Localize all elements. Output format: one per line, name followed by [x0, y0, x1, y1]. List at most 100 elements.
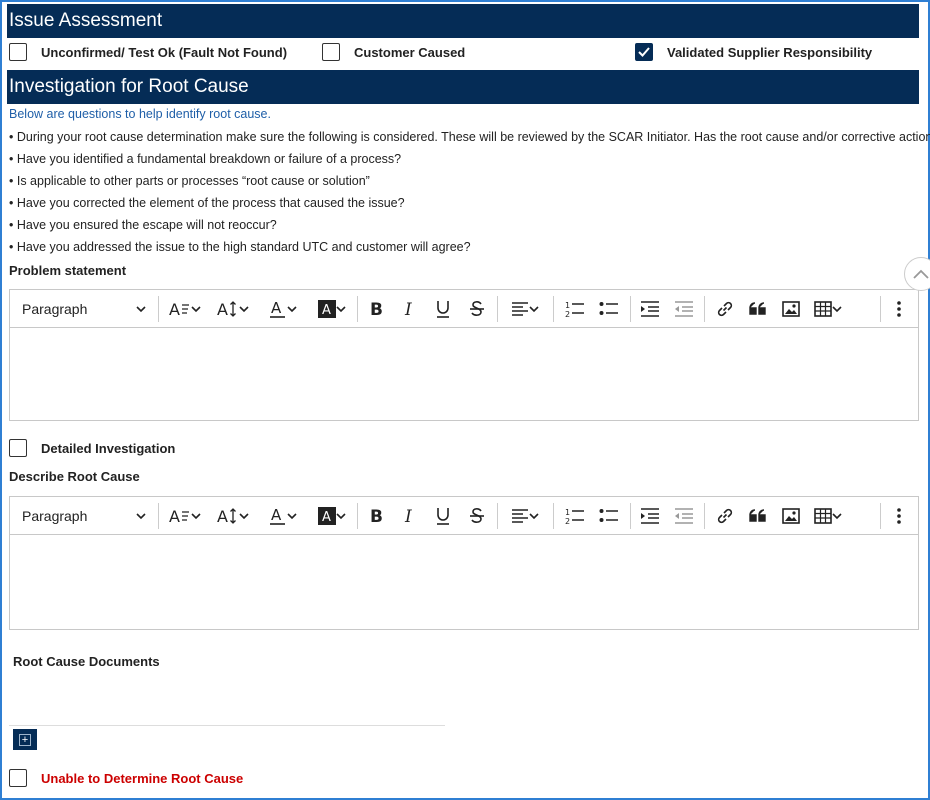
- bullet-item: • Have you addressed the issue to the hi…: [9, 240, 471, 254]
- detailed-investigation-option[interactable]: Detailed Investigation: [9, 436, 175, 460]
- font-family-button[interactable]: A: [164, 497, 206, 535]
- option-unconfirmed-label: Unconfirmed/ Test Ok (Fault Not Found): [41, 44, 288, 60]
- documents-divider: [9, 725, 445, 726]
- outdent-button[interactable]: [667, 290, 701, 328]
- table-icon: [814, 508, 832, 524]
- checkbox-unable-to-determine[interactable]: [9, 769, 27, 787]
- option-unconfirmed[interactable]: Unconfirmed/ Test Ok (Fault Not Found): [9, 40, 287, 64]
- bulleted-list-button[interactable]: [592, 290, 626, 328]
- option-customer-caused-label: Customer Caused: [354, 44, 466, 60]
- align-button[interactable]: [503, 290, 547, 328]
- more-options-button[interactable]: [885, 497, 913, 535]
- svg-text:B: B: [370, 300, 383, 318]
- chevron-down-icon: [287, 513, 297, 520]
- scroll-to-top-button[interactable]: [904, 257, 930, 291]
- link-icon: [717, 508, 733, 524]
- svg-text:A: A: [169, 507, 180, 525]
- font-size-button[interactable]: A: [212, 290, 254, 328]
- option-customer-caused[interactable]: Customer Caused: [322, 40, 465, 64]
- numbered-list-button[interactable]: 12: [558, 290, 592, 328]
- blockquote-button[interactable]: [742, 497, 774, 535]
- table-button[interactable]: [806, 497, 850, 535]
- underline-icon: [437, 508, 449, 525]
- checkbox-customer-caused[interactable]: [322, 43, 340, 61]
- root-cause-text-area[interactable]: [10, 535, 918, 629]
- more-options-button[interactable]: [885, 290, 913, 328]
- image-button[interactable]: [775, 497, 807, 535]
- paragraph-style-select[interactable]: Paragraph: [14, 497, 154, 535]
- italic-button[interactable]: I: [395, 290, 425, 328]
- option-validated-supplier[interactable]: Validated Supplier Responsibility: [635, 40, 872, 64]
- strikethrough-button[interactable]: [462, 290, 492, 328]
- editor-toolbar: Paragraph A A A A B I 1 2: [10, 290, 918, 328]
- checkbox-detailed-investigation[interactable]: [9, 439, 27, 457]
- chevron-down-icon: [336, 513, 346, 520]
- font-size-icon: A: [217, 300, 236, 318]
- italic-icon: I: [404, 300, 412, 318]
- svg-text:2: 2: [565, 310, 570, 318]
- paragraph-style-select[interactable]: Paragraph: [14, 290, 154, 328]
- indent-button[interactable]: [633, 497, 667, 535]
- table-button[interactable]: [806, 290, 850, 328]
- bold-button[interactable]: B: [362, 497, 392, 535]
- editor-toolbar: Paragraph A A A A B I 1 2: [10, 497, 918, 535]
- font-family-button[interactable]: A: [164, 290, 206, 328]
- svg-text:1: 1: [565, 508, 570, 517]
- outdent-button[interactable]: [667, 497, 701, 535]
- numbered-list-button[interactable]: 12: [558, 497, 592, 535]
- font-size-button[interactable]: A: [212, 497, 254, 535]
- font-color-button[interactable]: A: [262, 497, 304, 535]
- problem-statement-label: Problem statement: [9, 263, 127, 278]
- chevron-down-icon: [529, 513, 539, 520]
- paragraph-style-label: Paragraph: [22, 508, 88, 524]
- numbered-list-icon: 12: [565, 508, 584, 525]
- plus-icon: +: [19, 733, 31, 746]
- bullet-item: • Have you corrected the element of the …: [9, 196, 405, 210]
- outdent-icon: [675, 508, 693, 524]
- indent-button[interactable]: [633, 290, 667, 328]
- chevron-down-icon: [191, 306, 201, 313]
- svg-text:I: I: [404, 507, 412, 525]
- bullet-item: • Have you ensured the escape will not r…: [9, 218, 277, 232]
- image-icon: [782, 508, 800, 524]
- checkmark-icon: [638, 47, 650, 57]
- add-document-button[interactable]: +: [13, 729, 37, 750]
- chevron-up-icon: [913, 269, 929, 279]
- italic-button[interactable]: I: [395, 497, 425, 535]
- bullet-item: • During your root cause determination m…: [9, 130, 930, 144]
- align-button[interactable]: [503, 497, 547, 535]
- svg-text:A: A: [271, 506, 282, 524]
- chevron-down-icon: [136, 306, 146, 313]
- underline-button[interactable]: [428, 497, 458, 535]
- blockquote-button[interactable]: [742, 290, 774, 328]
- bulleted-list-button[interactable]: [592, 497, 626, 535]
- link-button[interactable]: [709, 497, 741, 535]
- align-icon: [512, 302, 528, 316]
- link-button[interactable]: [709, 290, 741, 328]
- highlight-button[interactable]: A: [311, 290, 353, 328]
- bold-button[interactable]: B: [362, 290, 392, 328]
- strikethrough-button[interactable]: [462, 497, 492, 535]
- bulleted-list-icon: [599, 302, 618, 315]
- problem-statement-text-area[interactable]: [10, 328, 918, 420]
- option-validated-supplier-label: Validated Supplier Responsibility: [667, 44, 873, 60]
- svg-text:B: B: [370, 507, 383, 525]
- svg-text:A: A: [322, 510, 331, 525]
- svg-text:A: A: [271, 299, 282, 317]
- highlight-button[interactable]: A: [311, 497, 353, 535]
- bullet-item: • Is applicable to other parts or proces…: [9, 174, 370, 188]
- checkbox-validated-supplier[interactable]: [635, 43, 653, 61]
- chevron-down-icon: [239, 306, 249, 313]
- chevron-down-icon: [136, 513, 146, 520]
- image-button[interactable]: [775, 290, 807, 328]
- italic-icon: I: [404, 507, 412, 525]
- chevron-down-icon: [336, 306, 346, 313]
- svg-text:A: A: [322, 303, 331, 318]
- underline-button[interactable]: [428, 290, 458, 328]
- font-color-button[interactable]: A: [262, 290, 304, 328]
- highlight-icon: A: [318, 300, 336, 318]
- unable-to-determine-option[interactable]: Unable to Determine Root Cause: [9, 766, 243, 790]
- detailed-investigation-label: Detailed Investigation: [41, 440, 176, 456]
- chevron-down-icon: [191, 513, 201, 520]
- checkbox-unconfirmed[interactable]: [9, 43, 27, 61]
